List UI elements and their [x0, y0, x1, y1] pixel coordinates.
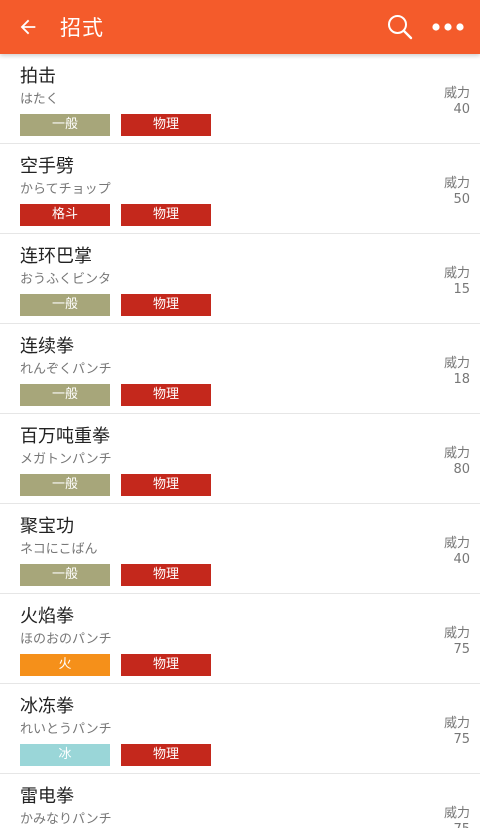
- power-value: 15: [453, 282, 470, 297]
- move-category-badge: 物理: [121, 474, 211, 496]
- power-label: 威力: [443, 806, 470, 821]
- move-japanese-name: はたく: [20, 92, 59, 107]
- app-bar: 招式: [0, 0, 480, 54]
- move-japanese-name: ネコにこばん: [20, 542, 98, 557]
- more-dots-icon: [432, 23, 464, 31]
- move-name: 聚宝功: [20, 516, 74, 537]
- move-list-item[interactable]: 拍击 はたく 一般 物理 威力 40: [0, 54, 480, 144]
- move-category-badge: 物理: [121, 564, 211, 586]
- search-button[interactable]: [376, 0, 424, 54]
- move-category-badge: 物理: [121, 384, 211, 406]
- move-list-item[interactable]: 连环巴掌 おうふくビンタ 一般 物理 威力 15: [0, 234, 480, 324]
- move-type-badge: 一般: [20, 474, 110, 496]
- move-japanese-name: れんぞくパンチ: [20, 362, 112, 377]
- move-list-item[interactable]: 连续拳 れんぞくパンチ 一般 物理 威力 18: [0, 324, 480, 414]
- move-list-item[interactable]: 百万吨重拳 メガトンパンチ 一般 物理 威力 80: [0, 414, 480, 504]
- move-list[interactable]: 拍击 はたく 一般 物理 威力 40 空手劈 からてチョップ 格斗 物理 威力 …: [0, 54, 480, 828]
- search-icon: [388, 15, 413, 40]
- power-value: 40: [453, 102, 470, 117]
- page-title: 招式: [60, 16, 104, 40]
- move-type-badge: 一般: [20, 114, 110, 136]
- move-japanese-name: れいとうパンチ: [20, 722, 112, 737]
- move-list-item[interactable]: 火焰拳 ほのおのパンチ 火 物理 威力 75: [0, 594, 480, 684]
- move-name: 百万吨重拳: [20, 426, 110, 447]
- power-label: 威力: [443, 446, 470, 461]
- arrow-left-icon: [20, 19, 36, 35]
- move-japanese-name: おうふくビンタ: [20, 272, 112, 287]
- move-list-item[interactable]: 聚宝功 ネコにこばん 一般 物理 威力 40: [0, 504, 480, 594]
- move-name: 空手劈: [20, 156, 74, 177]
- move-name: 冰冻拳: [20, 696, 74, 717]
- power-value: 80: [453, 462, 470, 477]
- move-name: 火焰拳: [20, 606, 74, 627]
- power-label: 威力: [443, 86, 470, 101]
- power-value: 75: [453, 732, 470, 747]
- power-value: 40: [453, 552, 470, 567]
- move-japanese-name: かみなりパンチ: [20, 812, 112, 827]
- move-category-badge: 物理: [121, 654, 211, 676]
- power-label: 威力: [443, 176, 470, 191]
- move-list-item[interactable]: 冰冻拳 れいとうパンチ 冰 物理 威力 75: [0, 684, 480, 774]
- move-type-badge: 冰: [20, 744, 110, 766]
- move-japanese-name: ほのおのパンチ: [20, 632, 112, 647]
- power-value: 50: [453, 192, 470, 207]
- move-category-badge: 物理: [121, 744, 211, 766]
- power-value: 75: [453, 822, 470, 828]
- move-japanese-name: メガトンパンチ: [20, 452, 112, 467]
- move-category-badge: 物理: [121, 294, 211, 316]
- power-label: 威力: [443, 716, 470, 731]
- move-type-badge: 一般: [20, 564, 110, 586]
- move-type-badge: 一般: [20, 294, 110, 316]
- power-value: 75: [453, 642, 470, 657]
- move-name: 拍击: [20, 66, 56, 87]
- power-label: 威力: [443, 536, 470, 551]
- more-button[interactable]: [424, 0, 472, 54]
- power-value: 18: [453, 372, 470, 387]
- power-label: 威力: [443, 266, 470, 281]
- move-category-badge: 物理: [121, 204, 211, 226]
- move-name: 连续拳: [20, 336, 74, 357]
- move-type-badge: 火: [20, 654, 110, 676]
- move-list-item[interactable]: 空手劈 からてチョップ 格斗 物理 威力 50: [0, 144, 480, 234]
- move-japanese-name: からてチョップ: [20, 182, 111, 197]
- move-list-item[interactable]: 雷电拳 かみなりパンチ 威力 75: [0, 774, 480, 828]
- move-category-badge: 物理: [121, 114, 211, 136]
- move-name: 雷电拳: [20, 786, 74, 807]
- power-label: 威力: [443, 626, 470, 641]
- back-button[interactable]: [0, 0, 56, 54]
- move-type-badge: 一般: [20, 384, 110, 406]
- power-label: 威力: [443, 356, 470, 371]
- move-type-badge: 格斗: [20, 204, 110, 226]
- move-name: 连环巴掌: [20, 246, 92, 267]
